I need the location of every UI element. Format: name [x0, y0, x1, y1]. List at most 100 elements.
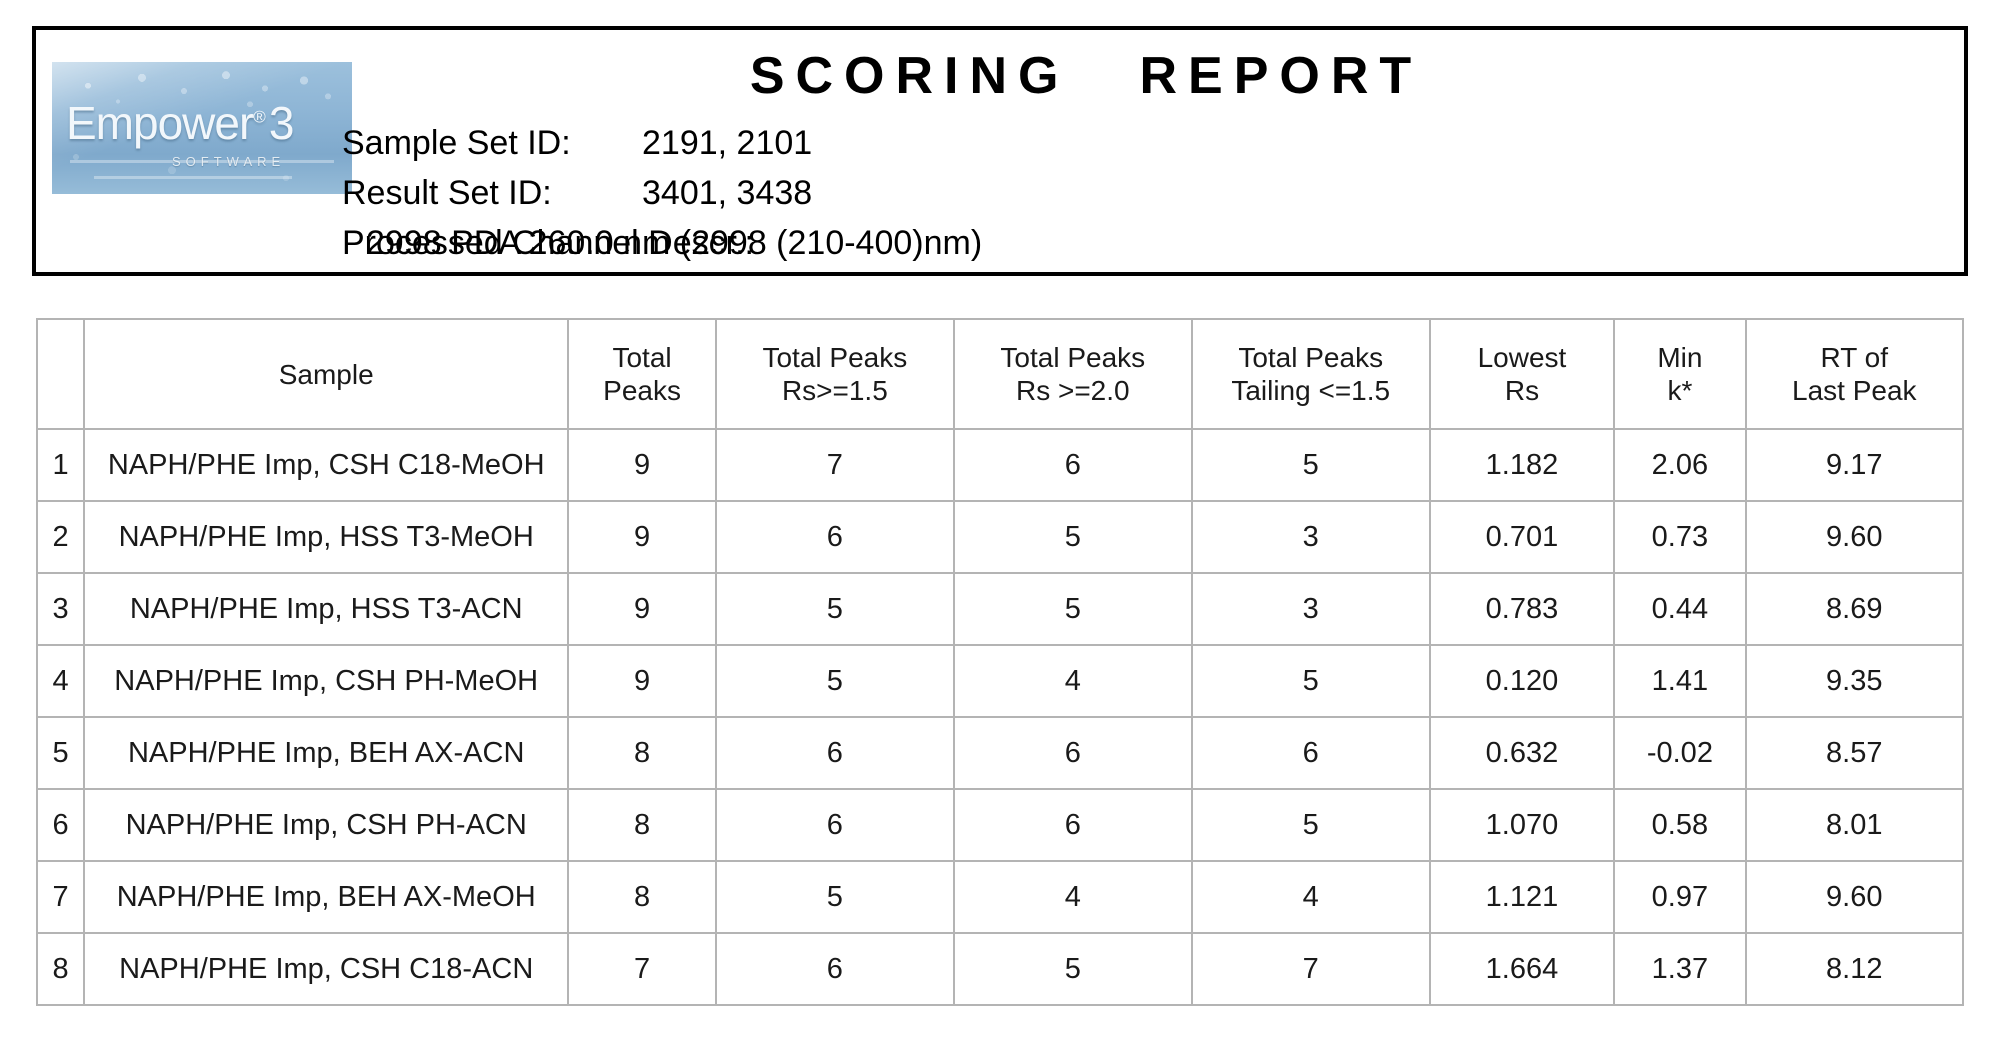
cell-total-peaks: 9	[567, 572, 717, 646]
cell-rt-last-peak: 8.69	[1744, 572, 1965, 646]
sample-set-id-value: 2191, 2101	[642, 124, 813, 162]
cell-rs-ge-2-0: 6	[952, 428, 1193, 502]
cell-rt-last-peak: 8.01	[1744, 788, 1965, 862]
column-header-lowest-rs-line2: Rs	[1504, 375, 1540, 406]
scoring-table: Sample Total Peaks Total Peaks Rs>=1.5 T…	[35, 318, 1965, 1006]
cell-min-k: 1.37	[1613, 932, 1747, 1006]
cell-total-peaks: 9	[567, 500, 717, 574]
metadata-row-result-set-id: Result Set ID: 3401, 3438	[342, 168, 982, 218]
cell-sample: NAPH/PHE Imp, BEH AX-MeOH	[83, 860, 570, 934]
cell-lowest-rs: 1.070	[1428, 788, 1616, 862]
column-header-rt-last-peak-line1: RT of	[1820, 342, 1888, 373]
logo-subtitle: SOFTWARE	[172, 154, 286, 169]
column-header-total-peaks-line1: Total	[612, 342, 672, 373]
processed-channel-value: 2998 PDA 260.0 nm (2998 (210-400)nm)	[366, 224, 983, 262]
logo-version-number: 3	[268, 97, 295, 149]
row-index: 2	[35, 500, 86, 574]
table-row: 8 NAPH/PHE Imp, CSH C18-ACN 7 6 5 7 1.66…	[35, 932, 1965, 1006]
cell-min-k: 2.06	[1613, 428, 1747, 502]
cell-lowest-rs: 1.121	[1428, 860, 1616, 934]
cell-rs-ge-2-0: 4	[952, 644, 1193, 718]
cell-sample: NAPH/PHE Imp, CSH C18-ACN	[83, 932, 570, 1006]
cell-tailing-le-1-5: 5	[1190, 788, 1431, 862]
column-header-rt-last-peak-line2: Last Peak	[1792, 375, 1917, 406]
cell-rs-ge-1-5: 5	[714, 644, 955, 718]
cell-sample: NAPH/PHE Imp, CSH C18-MeOH	[83, 428, 570, 502]
cell-rs-ge-1-5: 6	[714, 932, 955, 1006]
column-header-lowest-rs: Lowest Rs	[1428, 318, 1616, 430]
column-header-tailing-le-1-5: Total Peaks Tailing <=1.5	[1190, 318, 1431, 430]
cell-rt-last-peak: 8.12	[1744, 932, 1965, 1006]
table-row: 4 NAPH/PHE Imp, CSH PH-MeOH 9 5 4 5 0.12…	[35, 644, 1965, 718]
cell-sample: NAPH/PHE Imp, BEH AX-ACN	[83, 716, 570, 790]
page-title-part1: SCORING	[749, 47, 1070, 105]
column-header-rs-ge-2-0-line2: Rs >=2.0	[1015, 375, 1130, 406]
page-title: SCORING REPORT	[436, 46, 1736, 106]
cell-tailing-le-1-5: 3	[1190, 500, 1431, 574]
cell-rs-ge-1-5: 6	[714, 500, 955, 574]
cell-rs-ge-2-0: 6	[952, 788, 1193, 862]
cell-total-peaks: 8	[567, 716, 717, 790]
table-row: 7 NAPH/PHE Imp, BEH AX-MeOH 8 5 4 4 1.12…	[35, 860, 1965, 934]
table-row: 6 NAPH/PHE Imp, CSH PH-ACN 8 6 6 5 1.070…	[35, 788, 1965, 862]
row-index: 8	[35, 932, 86, 1006]
row-index: 1	[35, 428, 86, 502]
cell-min-k: 0.97	[1613, 860, 1747, 934]
cell-rs-ge-2-0: 5	[952, 572, 1193, 646]
cell-rs-ge-1-5: 6	[714, 716, 955, 790]
cell-total-peaks: 9	[567, 644, 717, 718]
cell-sample: NAPH/PHE Imp, CSH PH-MeOH	[83, 644, 570, 718]
cell-lowest-rs: 1.664	[1428, 932, 1616, 1006]
table-row: 2 NAPH/PHE Imp, HSS T3-MeOH 9 6 5 3 0.70…	[35, 500, 1965, 574]
processed-channel-label: Processed Channel Descr.:	[342, 224, 754, 262]
cell-rs-ge-1-5: 6	[714, 788, 955, 862]
column-header-total-peaks-line2: Peaks	[603, 375, 681, 406]
column-header-rs-ge-1-5: Total Peaks Rs>=1.5	[714, 318, 955, 430]
cell-rs-ge-2-0: 4	[952, 860, 1193, 934]
cell-min-k: 0.44	[1613, 572, 1747, 646]
logo-word-text: Empower	[66, 97, 254, 149]
cell-min-k: -0.02	[1613, 716, 1747, 790]
column-header-index	[35, 318, 86, 430]
column-header-total-peaks: Total Peaks	[567, 318, 717, 430]
column-header-min-k-line1: Min	[1657, 342, 1703, 373]
cell-rt-last-peak: 8.57	[1744, 716, 1965, 790]
cell-min-k: 1.41	[1613, 644, 1747, 718]
table-row: 1 NAPH/PHE Imp, CSH C18-MeOH 9 7 6 5 1.1…	[35, 428, 1965, 502]
column-header-sample-line1: Sample	[278, 358, 374, 390]
column-header-sample: Sample	[83, 318, 570, 430]
metadata-row-processed-channel: Processed Channel Descr.:2998 PDA 260.0 …	[342, 218, 982, 268]
column-header-tailing-le-1-5-line1: Total Peaks	[1238, 342, 1384, 373]
row-index: 4	[35, 644, 86, 718]
column-header-rs-ge-1-5-line1: Total Peaks	[762, 342, 908, 373]
logo-wordmark: Empower®3	[66, 97, 295, 149]
scoring-table-container: Sample Total Peaks Total Peaks Rs>=1.5 T…	[35, 318, 1965, 1006]
cell-min-k: 0.58	[1613, 788, 1747, 862]
cell-rt-last-peak: 9.60	[1744, 500, 1965, 574]
cell-sample: NAPH/PHE Imp, HSS T3-ACN	[83, 572, 570, 646]
row-index: 3	[35, 572, 86, 646]
cell-tailing-le-1-5: 6	[1190, 716, 1431, 790]
empower3-logo: Empower®3 SOFTWARE	[52, 62, 352, 194]
logo-streak	[94, 175, 292, 179]
cell-tailing-le-1-5: 3	[1190, 572, 1431, 646]
row-index: 6	[35, 788, 86, 862]
column-header-min-k: Min k*	[1613, 318, 1747, 430]
column-header-tailing-le-1-5-line2: Tailing <=1.5	[1231, 375, 1391, 406]
cell-total-peaks: 9	[567, 428, 717, 502]
cell-total-peaks: 8	[567, 860, 717, 934]
cell-tailing-le-1-5: 7	[1190, 932, 1431, 1006]
cell-lowest-rs: 1.182	[1428, 428, 1616, 502]
cell-rs-ge-2-0: 5	[952, 500, 1193, 574]
cell-rs-ge-1-5: 5	[714, 572, 955, 646]
metadata-row-sample-set-id: Sample Set ID: 2191, 2101	[342, 118, 982, 168]
result-set-id-value: 3401, 3438	[642, 174, 813, 212]
cell-lowest-rs: 0.783	[1428, 572, 1616, 646]
sample-set-id-label: Sample Set ID:	[342, 124, 571, 162]
column-header-min-k-line2: k*	[1667, 375, 1693, 406]
cell-rs-ge-2-0: 5	[952, 932, 1193, 1006]
report-metadata: Sample Set ID: 2191, 2101 Result Set ID: 3…	[342, 118, 982, 268]
row-index: 5	[35, 716, 86, 790]
column-header-rs-ge-1-5-line2: Rs>=1.5	[781, 375, 888, 406]
column-header-rs-ge-2-0-line1: Total Peaks	[1000, 342, 1146, 373]
